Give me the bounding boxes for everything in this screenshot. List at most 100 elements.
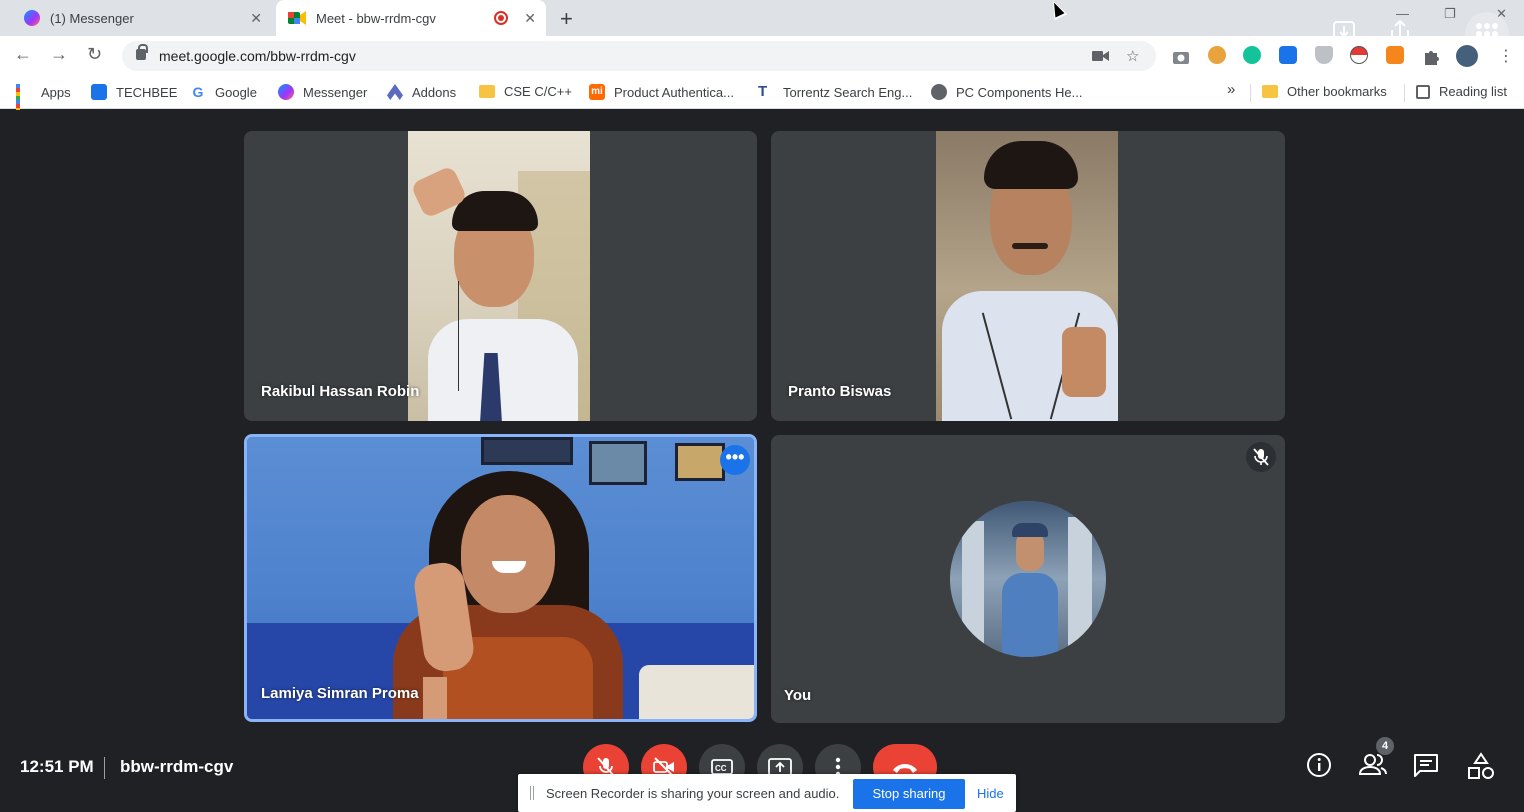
bookmark-messenger[interactable]: Messenger — [278, 84, 367, 100]
messenger-icon — [278, 84, 294, 100]
meeting-code: bbw-rrdm-cgv — [120, 757, 234, 776]
bookmark-label: Messenger — [303, 84, 368, 100]
participant-video — [247, 437, 754, 719]
lock-icon — [136, 44, 148, 60]
bookmark-pc-components[interactable]: PC Components He... — [931, 84, 1082, 100]
bookmark-label: PC Components He... — [956, 84, 1083, 100]
bookmark-product-auth[interactable]: mi Product Authentica... — [589, 84, 734, 100]
participant-name: Rakibul Hassan Robin — [261, 383, 420, 400]
drag-handle-icon[interactable] — [530, 786, 534, 800]
bookmark-apps[interactable]: Apps — [16, 84, 71, 120]
recording-icon — [494, 11, 508, 25]
profile-avatar-icon[interactable] — [1456, 45, 1478, 67]
hang-up-icon — [893, 764, 917, 773]
hide-notification-link[interactable]: Hide — [977, 786, 1004, 801]
meeting-details-info-icon[interactable] — [1306, 752, 1332, 778]
messenger-icon — [24, 10, 40, 26]
bookmark-google[interactable]: G Google — [190, 84, 257, 100]
bookmarks-bar: Apps TECHBEE G Google Messenger Addons C… — [0, 76, 1524, 120]
screen-share-notification: Screen Recorder is sharing your screen a… — [518, 774, 1016, 812]
chat-icon[interactable] — [1413, 752, 1439, 778]
mi-icon: mi — [589, 84, 605, 100]
screenshot-extension-icon[interactable] — [1172, 49, 1190, 65]
back-arrow-icon[interactable]: ← — [14, 44, 32, 65]
bookmarks-divider — [1250, 84, 1251, 102]
bookmark-label: TECHBEE — [116, 84, 178, 100]
avatar — [950, 501, 1106, 657]
bookmark-label: Reading list — [1439, 84, 1507, 99]
participant-tile-self[interactable]: You — [771, 435, 1285, 723]
bookmark-star-icon[interactable]: ☆ — [1126, 47, 1139, 65]
svg-text:CC: CC — [715, 764, 727, 773]
bookmark-label: Torrentz Search Eng... — [783, 84, 913, 100]
captions-icon: CC — [711, 759, 733, 775]
participant-name: You — [784, 687, 812, 704]
shield-extension-icon[interactable] — [1315, 46, 1333, 64]
tab-messenger[interactable]: (1) Messenger ✕ — [14, 0, 272, 36]
stop-sharing-button[interactable]: Stop sharing — [853, 779, 965, 809]
mouse-cursor-icon — [1046, 0, 1068, 21]
bookmark-label: Apps — [41, 84, 71, 100]
metamask-extension-icon[interactable] — [1386, 46, 1404, 64]
bookmark-torrentz[interactable]: T Torrentz Search Eng... — [758, 84, 912, 100]
torrentz-icon: T — [758, 83, 768, 100]
cookie-extension-icon[interactable] — [1208, 46, 1226, 64]
globe-icon — [931, 84, 947, 100]
bookmarks-divider — [1404, 84, 1405, 102]
participant-name: Pranto Biswas — [788, 383, 892, 400]
participant-tile[interactable]: Pranto Biswas — [771, 131, 1285, 421]
google-icon: G — [192, 84, 204, 100]
reading-list[interactable]: Reading list — [1416, 84, 1507, 99]
participant-count-badge: 4 — [1376, 737, 1394, 755]
new-tab-button[interactable]: + — [560, 6, 573, 32]
folder-icon — [1262, 85, 1278, 98]
recorder-extension-icon[interactable] — [1279, 46, 1297, 64]
participant-tile[interactable]: Rakibul Hassan Robin — [244, 131, 757, 421]
participant-video — [408, 131, 590, 421]
activities-icon[interactable] — [1467, 752, 1495, 780]
extensions-puzzle-icon[interactable] — [1422, 47, 1440, 65]
more-options-button[interactable]: ••• — [720, 445, 750, 475]
addons-icon — [387, 84, 403, 100]
google-meet-icon — [288, 11, 306, 25]
reload-icon[interactable]: ↻ — [87, 44, 102, 65]
folder-icon — [479, 85, 495, 98]
close-tab-icon[interactable]: ✕ — [250, 10, 262, 27]
wifi-icon — [91, 84, 107, 100]
address-bar[interactable]: meet.google.com/bbw-rrdm-cgv ☆ — [122, 41, 1156, 71]
meet-stage — [0, 110, 1524, 812]
participant-video — [936, 131, 1118, 421]
participant-name: Lamiya Simran Proma — [261, 685, 419, 702]
people-icon[interactable] — [1359, 752, 1387, 778]
bookmark-other[interactable]: Other bookmarks — [1262, 84, 1387, 99]
tab-label: Meet - bbw-rrdm-cgv — [316, 10, 436, 26]
close-tab-icon[interactable]: ✕ — [524, 10, 536, 27]
tab-label: (1) Messenger — [50, 10, 134, 26]
restore-icon[interactable]: ❐ — [1444, 6, 1456, 22]
muted-mic-icon — [1246, 442, 1276, 472]
bookmark-techbee[interactable]: TECHBEE — [91, 84, 177, 100]
meeting-time: 12:51 PM — [20, 757, 94, 776]
browser-menu-icon[interactable]: ⋮ — [1498, 46, 1514, 66]
bookmark-label: Product Authentica... — [614, 84, 734, 100]
bookmark-label: Google — [215, 84, 257, 100]
url-text: meet.google.com/bbw-rrdm-cgv — [159, 48, 356, 64]
reading-list-icon — [1416, 84, 1430, 99]
time-code-divider — [104, 757, 105, 779]
bookmark-addons[interactable]: Addons — [387, 84, 456, 100]
forward-arrow-icon[interactable]: → — [50, 44, 68, 65]
bookmark-cse[interactable]: CSE C/C++ — [479, 84, 572, 99]
bookmark-label: Addons — [412, 84, 457, 100]
bookmark-label: CSE C/C++ — [504, 84, 572, 99]
bookmarks-overflow-chevron-icon[interactable]: » — [1227, 81, 1235, 98]
tab-meet[interactable]: Meet - bbw-rrdm-cgv ✕ — [276, 0, 546, 36]
camera-in-use-icon[interactable] — [1092, 49, 1110, 63]
bookmark-label: Other bookmarks — [1287, 84, 1387, 99]
screen-share-message: Screen Recorder is sharing your screen a… — [546, 786, 840, 801]
grammarly-extension-icon[interactable] — [1243, 46, 1261, 64]
apps-grid-icon — [16, 84, 32, 120]
participant-tile[interactable]: ••• Lamiya Simran Proma — [244, 434, 757, 722]
browser-toolbar: ← → ↻ meet.google.com/bbw-rrdm-cgv ☆ ⋮ — [0, 36, 1524, 76]
browser-tab-strip: (1) Messenger ✕ Meet - bbw-rrdm-cgv ✕ + … — [0, 0, 1524, 56]
pokeball-extension-icon[interactable] — [1350, 46, 1368, 64]
